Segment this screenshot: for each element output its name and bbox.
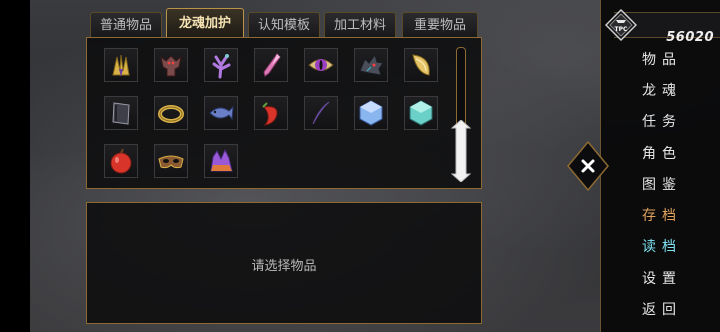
inventory-scrollbar-thumb[interactable] [451, 120, 471, 182]
menu-item-dragon-soul[interactable]: 龙魂 [630, 80, 694, 100]
inventory-slot[interactable] [304, 48, 338, 82]
inventory-slot[interactable] [104, 48, 138, 82]
close-icon[interactable] [566, 140, 610, 192]
inventory-slot[interactable] [404, 96, 438, 130]
menu-item-characters[interactable]: 角色 [630, 143, 694, 163]
item-description-placeholder: 请选择物品 [251, 259, 317, 274]
currency-value: 56020 [666, 30, 714, 45]
currency-icon-label: TPC [615, 26, 628, 33]
tab-cognition-template[interactable]: 认知模板 [248, 12, 320, 38]
dragon-eye-icon [308, 59, 334, 71]
menu-item-save[interactable]: 存档 [630, 205, 694, 225]
blue-fish-icon [209, 105, 234, 121]
menu-item-settings[interactable]: 设置 [630, 268, 694, 288]
inventory-slot[interactable] [354, 96, 388, 130]
item-description-panel: 请选择物品 [86, 202, 482, 324]
menu-item-load[interactable]: 读档 [630, 236, 694, 256]
inventory-slot[interactable] [204, 144, 238, 178]
inventory-slot[interactable] [154, 96, 188, 130]
golden-scale-icon [412, 54, 430, 76]
category-tabs: 普通物品 龙魂加护 认知模板 加工材料 重要物品 [86, 8, 482, 40]
inventory-slot[interactable] [154, 144, 188, 178]
golden-claw-icon [112, 54, 130, 77]
inventory-slot[interactable] [254, 48, 288, 82]
currency-icon: TPC [605, 9, 637, 41]
inventory-slot[interactable] [304, 96, 338, 130]
purple-fang-icon [312, 101, 330, 125]
menu-item-quests[interactable]: 任务 [630, 111, 694, 131]
left-letterbox [0, 0, 30, 332]
inventory-slot[interactable] [204, 96, 238, 130]
tab-dragon-soul[interactable]: 龙魂加护 [166, 8, 244, 38]
masquerade-mask-icon [158, 155, 184, 169]
blue-gem-icon [359, 100, 383, 126]
purple-coral-icon [212, 54, 231, 79]
inventory-slot[interactable] [104, 96, 138, 130]
inventory-slot[interactable] [354, 48, 388, 82]
teal-gem-icon [409, 100, 433, 126]
menu-item-items[interactable]: 物品 [630, 49, 694, 69]
inventory-slot[interactable] [204, 48, 238, 82]
purple-crystal-cluster-icon [210, 148, 233, 172]
tab-key-items[interactable]: 重要物品 [402, 12, 478, 38]
dark-book-icon [112, 102, 130, 125]
pink-crystal-icon [263, 53, 281, 77]
dragon-head-icon [359, 53, 384, 76]
menu-item-codex[interactable]: 图鉴 [630, 174, 694, 194]
inventory-slot[interactable] [404, 48, 438, 82]
red-pepper-icon [262, 102, 278, 126]
inventory-slot[interactable] [254, 96, 288, 130]
gold-bracelet-icon [158, 105, 184, 123]
tab-normal-items[interactable]: 普通物品 [90, 12, 162, 38]
menu-item-back[interactable]: 返回 [630, 299, 694, 319]
red-apple-icon [110, 148, 132, 174]
tab-materials[interactable]: 加工材料 [324, 12, 396, 38]
demon-statue-icon [160, 55, 182, 77]
inventory-slot[interactable] [154, 48, 188, 82]
inventory-slot[interactable] [104, 144, 138, 178]
